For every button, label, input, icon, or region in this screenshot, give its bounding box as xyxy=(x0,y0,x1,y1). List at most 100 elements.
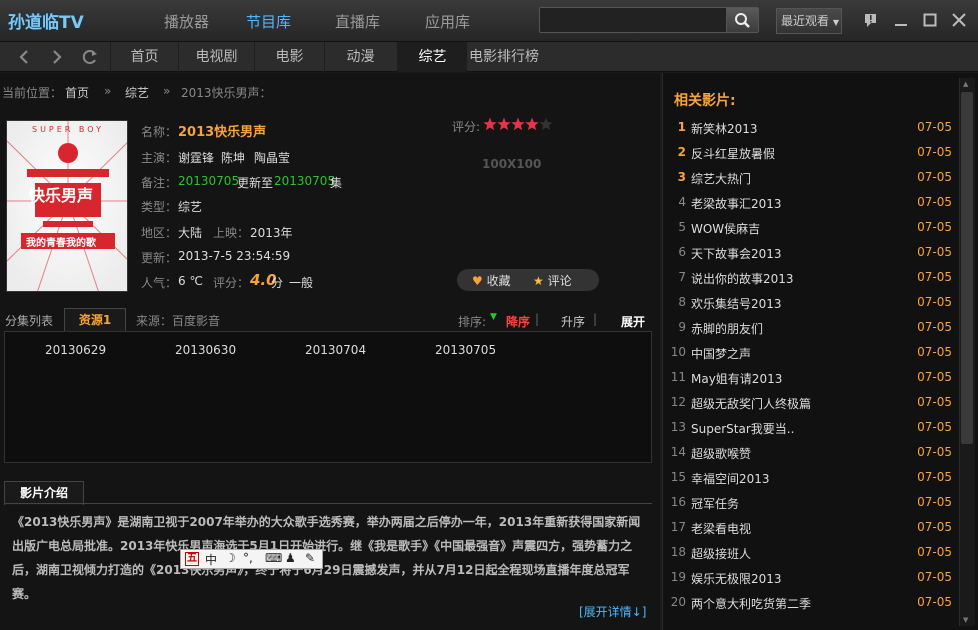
related-item[interactable]: 11 May姐有请2013 07-05 xyxy=(664,370,958,395)
related-item[interactable]: 13 SuperStar我要当.. 07-05 xyxy=(664,420,958,445)
rating-stars[interactable] xyxy=(483,117,555,132)
wrench-icon[interactable]: ✎ xyxy=(305,551,315,565)
related-item[interactable]: 12 超级无敌奖门人终极篇 07-05 xyxy=(664,395,958,420)
related-item[interactable]: 14 超级歌喉赞 07-05 xyxy=(664,445,958,470)
episode-item[interactable]: 20130629 xyxy=(45,343,106,357)
related-item[interactable]: 19 娱乐无极限2013 07-05 xyxy=(664,570,958,595)
related-title-text[interactable]: 超级接班人 xyxy=(691,545,751,562)
show-poster[interactable] xyxy=(6,120,128,292)
related-title-text[interactable]: 说出你的故事2013 xyxy=(691,270,794,287)
related-title-text[interactable]: SuperStar我要当.. xyxy=(691,420,794,437)
punctuation-icon[interactable]: °, xyxy=(243,551,253,565)
sort-asc-button[interactable]: 升序 xyxy=(561,313,585,330)
comment-button[interactable]: ★ 评论 xyxy=(533,272,572,289)
breadcrumb-variety[interactable]: 综艺 xyxy=(125,84,149,101)
related-item[interactable]: 17 老梁看电视 07-05 xyxy=(664,520,958,545)
related-title-text[interactable]: 反斗红星放暑假 xyxy=(691,145,775,162)
related-title-text[interactable]: 综艺大热门 xyxy=(691,170,751,187)
nav-tab-tv-series[interactable]: 电视剧 xyxy=(178,42,254,72)
star-filled-icon[interactable] xyxy=(483,117,497,131)
description-tab[interactable]: 影片介绍 xyxy=(4,481,84,505)
related-date: 07-05 xyxy=(917,170,952,184)
star-filled-icon[interactable] xyxy=(497,117,511,131)
feedback-icon[interactable] xyxy=(862,11,880,29)
main-tab-live[interactable]: 直播库 xyxy=(335,11,380,33)
ime-toolbar[interactable]: 五 中 ☽ °, ⌨ ♟ ✎ xyxy=(180,549,323,569)
cast-member[interactable]: 陶晶莹 xyxy=(254,149,290,166)
related-item[interactable]: 10 中国梦之声 07-05 xyxy=(664,345,958,370)
user-icon[interactable]: ♟ xyxy=(285,551,296,565)
nav-tab-movies[interactable]: 电影 xyxy=(254,42,324,72)
refresh-icon[interactable] xyxy=(80,47,100,67)
close-icon[interactable] xyxy=(950,11,968,29)
related-item[interactable]: 5 WOW侯麻吉 07-05 xyxy=(664,220,958,245)
breadcrumb-home[interactable]: 首页 xyxy=(65,84,89,101)
star-filled-icon[interactable] xyxy=(511,117,525,131)
related-title-text[interactable]: 超级歌喉赞 xyxy=(691,445,751,462)
search-button[interactable] xyxy=(726,8,758,32)
ime-logo-icon[interactable]: 五 xyxy=(185,552,199,566)
related-title-text[interactable]: 两个意大利吃货第二季 xyxy=(691,595,811,612)
related-item[interactable]: 3 综艺大热门 07-05 xyxy=(664,170,958,195)
related-item[interactable]: 6 天下故事会2013 07-05 xyxy=(664,245,958,270)
related-item[interactable]: 18 超级接班人 07-05 xyxy=(664,545,958,570)
episode-item[interactable]: 20130704 xyxy=(305,343,366,357)
related-title-text[interactable]: 老梁看电视 xyxy=(691,520,751,537)
source-tab[interactable]: 资源1 xyxy=(64,308,126,332)
related-title-text[interactable]: 娱乐无极限2013 xyxy=(691,570,782,587)
related-item[interactable]: 7 说出你的故事2013 07-05 xyxy=(664,270,958,295)
favorite-button[interactable]: ♥ 收藏 xyxy=(472,272,511,289)
related-item[interactable]: 4 老梁故事汇2013 07-05 xyxy=(664,195,958,220)
ime-mode-toggle[interactable]: 中 xyxy=(205,551,217,568)
forward-arrow-icon[interactable] xyxy=(47,47,67,67)
related-title-text[interactable]: 新笑林2013 xyxy=(691,120,758,137)
related-item[interactable]: 1 新笑林2013 07-05 xyxy=(664,120,958,145)
related-rank: 9 xyxy=(678,320,686,334)
related-title-text[interactable]: 超级无敌奖门人终极篇 xyxy=(691,395,811,412)
episode-item[interactable]: 20130630 xyxy=(175,343,236,357)
related-title-text[interactable]: 幸福空间2013 xyxy=(691,470,770,487)
scrollbar-thumb[interactable] xyxy=(961,92,973,444)
related-item[interactable]: 2 反斗红星放暑假 07-05 xyxy=(664,145,958,170)
related-title-text[interactable]: 天下故事会2013 xyxy=(691,245,782,262)
cast-member[interactable]: 谢霆锋 xyxy=(178,149,214,166)
keyboard-icon[interactable]: ⌨ xyxy=(265,551,282,565)
related-title-text[interactable]: 冠军任务 xyxy=(691,495,739,512)
back-arrow-icon[interactable] xyxy=(14,47,34,67)
cast-member[interactable]: 陈坤 xyxy=(221,149,245,166)
episode-item[interactable]: 20130705 xyxy=(435,343,496,357)
minimize-icon[interactable] xyxy=(892,11,910,29)
star-empty-icon[interactable] xyxy=(539,117,553,131)
related-title-text[interactable]: 中国梦之声 xyxy=(691,345,751,362)
updated-label: 更新： xyxy=(141,251,178,265)
related-title-text[interactable]: 赤脚的朋友们 xyxy=(691,320,763,337)
related-item[interactable]: 16 冠军任务 07-05 xyxy=(664,495,958,520)
nav-tab-movie-ranking[interactable]: 电影排行榜 xyxy=(467,42,541,72)
related-title-text[interactable]: WOW侯麻吉 xyxy=(691,220,760,237)
related-rank: 6 xyxy=(678,245,686,259)
related-title-text[interactable]: May姐有请2013 xyxy=(691,370,782,387)
recent-watched-dropdown[interactable]: 最近观看 ▼ xyxy=(776,8,842,34)
nav-tab-variety[interactable]: 综艺 xyxy=(397,42,467,72)
related-item[interactable]: 8 欢乐集结号2013 07-05 xyxy=(664,295,958,320)
nav-tab-home[interactable]: 首页 xyxy=(110,42,178,72)
sort-desc-button[interactable]: 降序 xyxy=(506,313,530,330)
sort-divider: | xyxy=(535,312,540,326)
related-title-text[interactable]: 欢乐集结号2013 xyxy=(691,295,782,312)
poster-image xyxy=(7,121,127,291)
nav-tab-anime[interactable]: 动漫 xyxy=(324,42,396,72)
maximize-icon[interactable] xyxy=(921,11,939,29)
star-filled-icon[interactable] xyxy=(525,117,539,131)
expand-details-link[interactable]: [展开详情↓] xyxy=(579,603,646,620)
related-title-text[interactable]: 老梁故事汇2013 xyxy=(691,195,782,212)
related-item[interactable]: 15 幸福空间2013 07-05 xyxy=(664,470,958,495)
related-item[interactable]: 20 两个意大利吃货第二季 07-05 xyxy=(664,595,958,620)
main-tab-library[interactable]: 节目库 xyxy=(246,11,291,33)
scroll-up-icon[interactable]: ▲ xyxy=(963,80,968,88)
related-item[interactable]: 9 赤脚的朋友们 07-05 xyxy=(664,320,958,345)
main-tab-apps[interactable]: 应用库 xyxy=(425,11,470,33)
moon-icon[interactable]: ☽ xyxy=(225,551,236,565)
scroll-down-icon[interactable]: ▼ xyxy=(963,616,968,624)
main-tab-player[interactable]: 播放器 xyxy=(164,11,209,33)
expand-button[interactable]: 展开 xyxy=(621,313,645,330)
